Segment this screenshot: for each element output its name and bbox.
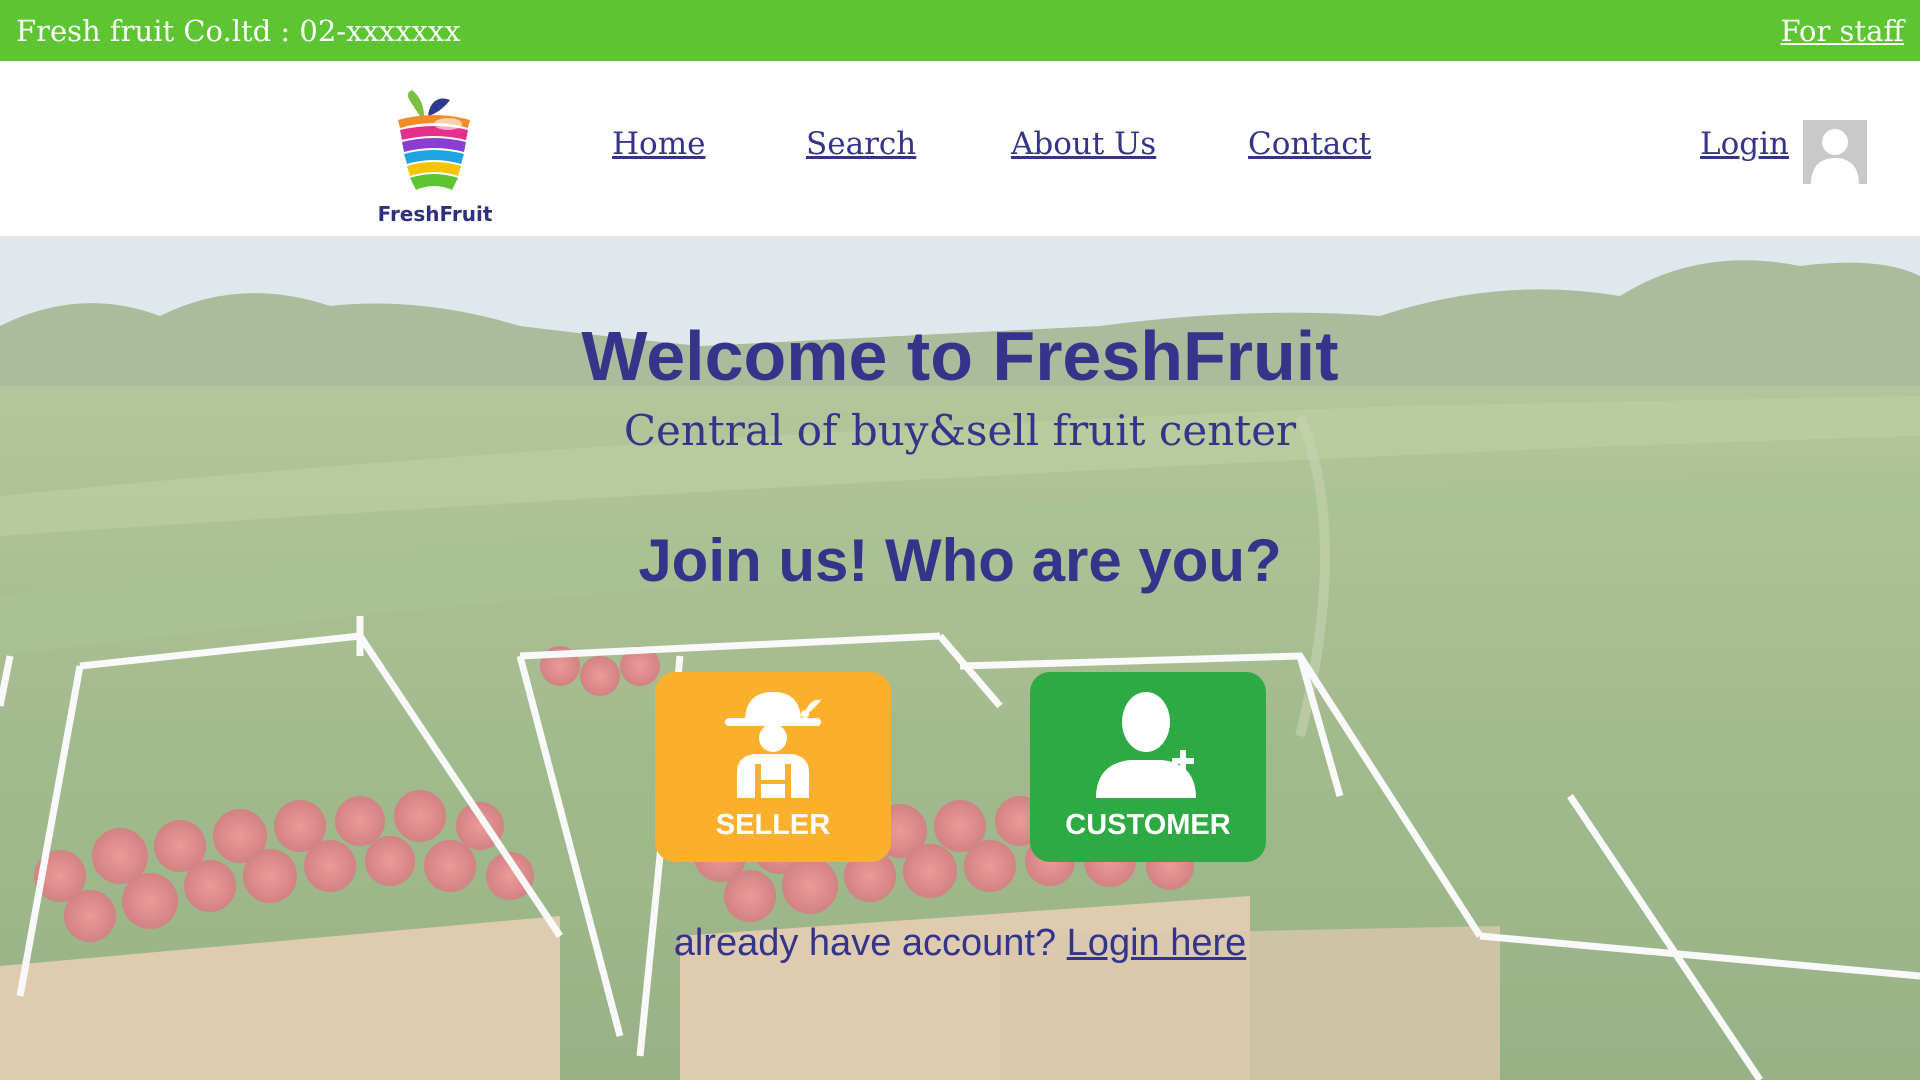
navbar: FreshFruit Home Search About Us Contact … — [0, 61, 1920, 236]
customer-label: CUSTOMER — [1065, 809, 1231, 841]
logo-text: FreshFruit — [377, 202, 493, 226]
seller-button[interactable]: SELLER — [655, 672, 891, 862]
welcome-subtitle: Central of buy&sell fruit center — [623, 406, 1297, 455]
company-info: Fresh fruit Co.ltd : 02-xxxxxxx — [16, 13, 461, 48]
farmer-icon — [725, 692, 821, 798]
user-avatar-icon[interactable] — [1803, 120, 1867, 184]
hero-section: Welcome to FreshFruit Central of buy&sel… — [0, 236, 1920, 1080]
login-here-link[interactable]: Login here — [1067, 922, 1247, 964]
login-prompt-text: already have account? — [673, 922, 1057, 964]
nav-contact[interactable]: Contact — [1248, 126, 1371, 162]
join-prompt: Join us! Who are you? — [638, 527, 1282, 594]
nav-home[interactable]: Home — [612, 126, 705, 162]
welcome-title: Welcome to FreshFruit — [581, 317, 1339, 395]
login-prompt-line: already have account? Login here — [0, 922, 1920, 965]
for-staff-link[interactable]: For staff — [1780, 14, 1904, 48]
top-bar: Fresh fruit Co.ltd : 02-xxxxxxx For staf… — [0, 0, 1920, 61]
fruit-logo-icon — [398, 90, 470, 190]
logo[interactable]: FreshFruit — [368, 86, 502, 226]
seller-label: SELLER — [715, 809, 831, 841]
customer-button[interactable]: CUSTOMER — [1030, 672, 1266, 862]
nav-about-us[interactable]: About Us — [1011, 126, 1156, 162]
add-user-icon — [1096, 692, 1196, 798]
nav-login[interactable]: Login — [1700, 126, 1789, 162]
nav-search[interactable]: Search — [806, 126, 916, 162]
